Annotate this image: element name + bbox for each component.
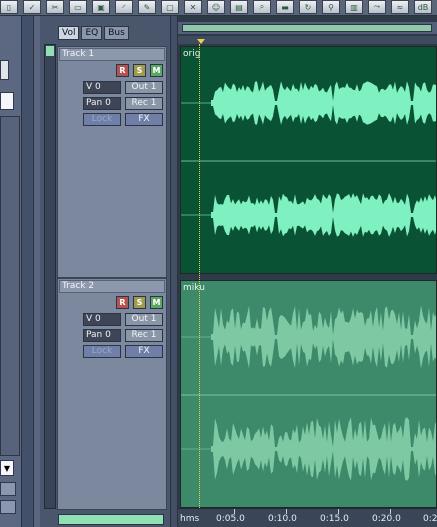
waveform: [181, 81, 436, 237]
panel-divider[interactable]: [22, 16, 34, 527]
waveform-channel: [211, 81, 436, 125]
waveform: [181, 305, 436, 481]
mute-button[interactable]: M: [150, 64, 163, 77]
header-horizontal-scrollbar[interactable]: [58, 514, 164, 525]
left-side-panel: ▼: [0, 16, 22, 527]
file-list[interactable]: [0, 116, 20, 456]
tab-bus[interactable]: Bus: [104, 26, 129, 40]
audio-clip-1[interactable]: orig: [180, 46, 437, 274]
pan-field[interactable]: Pan 0: [83, 329, 121, 342]
waveform-channel: [211, 417, 436, 481]
ruler-unit: hms: [180, 514, 200, 524]
db-icon[interactable]: dB: [414, 0, 432, 14]
output-button[interactable]: Out 1: [125, 313, 163, 326]
main-toolbar: ▯ ✓ ✂ ▭ ▣ ◜ ✎ ▢ ✕ ☺ ▤ ⌕ ▬ ↻ ⚲ ▥ ⤳ ≈ dB: [0, 0, 437, 16]
waveform-channel: [211, 193, 436, 237]
ruler-label: 0:2: [423, 514, 437, 524]
scissors-icon[interactable]: ✂: [46, 0, 64, 14]
zoom-icon[interactable]: ⌕: [253, 0, 271, 14]
solo-button[interactable]: S: [133, 296, 146, 309]
panel-field[interactable]: [0, 92, 14, 110]
select-icon[interactable]: ▢: [161, 0, 179, 14]
track-name[interactable]: Track 1: [59, 48, 165, 61]
lock-button[interactable]: Lock: [83, 113, 121, 126]
panel-small-button[interactable]: [0, 500, 16, 514]
record-arm-button[interactable]: R: [116, 296, 129, 309]
track-vertical-scrollbar[interactable]: [44, 44, 56, 509]
overview-bar[interactable]: [178, 22, 437, 34]
tab-vol[interactable]: Vol: [58, 26, 80, 40]
waveform-channel: [211, 305, 436, 369]
pencil-icon[interactable]: ✎: [138, 0, 156, 14]
pan-field[interactable]: Pan 0: [83, 97, 121, 110]
fx-button[interactable]: FX: [125, 113, 163, 126]
meter-icon[interactable]: ▥: [345, 0, 363, 14]
output-button[interactable]: Out 1: [125, 81, 163, 94]
multitrack-editor-window: { "toolbar": { "icons": ["document-icon"…: [0, 0, 437, 527]
overview-range[interactable]: [182, 24, 432, 32]
search-icon[interactable]: ⚲: [322, 0, 340, 14]
curve-tool-icon[interactable]: ◜: [115, 0, 133, 14]
clip-label: miku: [183, 283, 205, 293]
panel-button[interactable]: [0, 60, 9, 80]
solo-button[interactable]: S: [133, 64, 146, 77]
chevron-down-icon: ▼: [3, 463, 11, 473]
clip-label: orig: [183, 49, 201, 59]
record-arm-button[interactable]: R: [116, 64, 129, 77]
person-icon[interactable]: ☺: [207, 0, 225, 14]
ruler-label: 0:10.0: [268, 514, 297, 524]
tab-eq[interactable]: EQ: [81, 26, 103, 40]
ruler-label: 0:15.0: [320, 514, 349, 524]
volume-field[interactable]: V 0: [83, 81, 121, 94]
volume-field[interactable]: V 0: [83, 313, 121, 326]
track-header-1[interactable]: Track 1 R S M V 0 Out 1 Pan 0 Rec 1 Lock…: [57, 46, 167, 278]
panel-select[interactable]: ▼: [0, 460, 14, 476]
marker-lane[interactable]: [178, 36, 437, 44]
record-input-button[interactable]: Rec 1: [125, 329, 163, 342]
ruler-label: 0:20.0: [372, 514, 401, 524]
save-icon[interactable]: ▣: [92, 0, 110, 14]
fx-button[interactable]: FX: [125, 345, 163, 358]
header-clip-splitter[interactable]: [170, 16, 178, 527]
page-icon[interactable]: ▭: [69, 0, 87, 14]
lock-button[interactable]: Lock: [83, 345, 121, 358]
playhead-cursor: [199, 44, 200, 510]
lock-icon[interactable]: ▤: [230, 0, 248, 14]
loop-icon[interactable]: ↻: [299, 0, 317, 14]
mute-button[interactable]: M: [150, 296, 163, 309]
checkmark-icon[interactable]: ✓: [23, 0, 41, 14]
wave-icon[interactable]: ≈: [391, 0, 409, 14]
track-header-2[interactable]: Track 2 R S M V 0 Out 1 Pan 0 Rec 1 Lock…: [57, 278, 167, 510]
audio-clip-2[interactable]: miku: [180, 280, 437, 508]
cross-icon[interactable]: ✕: [184, 0, 202, 14]
document-icon[interactable]: ▯: [0, 0, 18, 14]
track-control-tabs: Vol EQ Bus: [58, 26, 129, 40]
time-ruler[interactable]: hms 0:05.0 0:10.0 0:15.0 0:20.0 0:2: [178, 508, 437, 527]
ruler-label: 0:05.0: [216, 514, 245, 524]
route-icon[interactable]: ⤳: [368, 0, 386, 14]
clip-icon[interactable]: ▬: [276, 0, 294, 14]
record-input-button[interactable]: Rec 1: [125, 97, 163, 110]
panel-small-button[interactable]: [0, 482, 16, 496]
scrollbar-thumb[interactable]: [46, 46, 54, 56]
track-name[interactable]: Track 2: [59, 280, 165, 293]
